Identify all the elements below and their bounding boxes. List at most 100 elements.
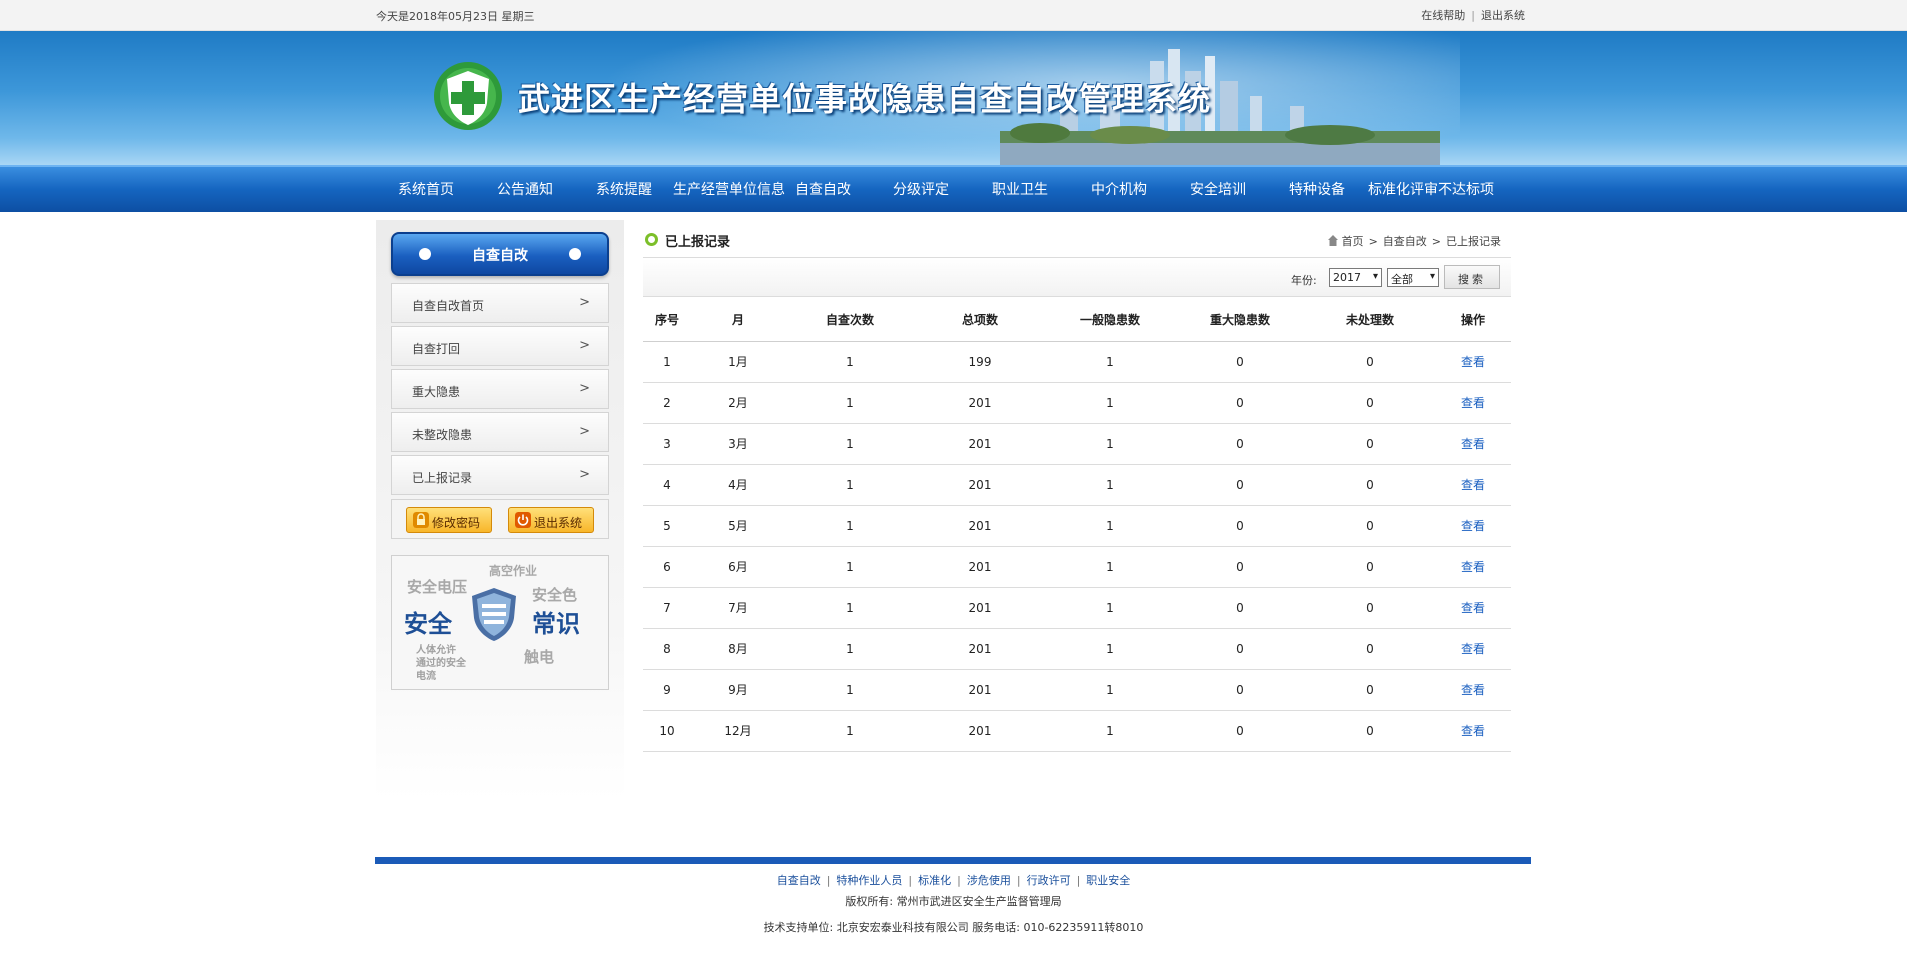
sidebar-item-unrectified[interactable]: 未整改隐患 > <box>391 412 609 452</box>
view-link[interactable]: 查看 <box>1435 382 1511 424</box>
table-cell: 6月 <box>691 546 785 588</box>
view-link[interactable]: 查看 <box>1435 546 1511 588</box>
promo-word: 安全色 <box>532 586 578 604</box>
view-link[interactable]: 查看 <box>1435 710 1511 752</box>
online-help-link[interactable]: 在线帮助 <box>1421 9 1465 22</box>
safety-knowledge-banner[interactable]: 安全电压 高空作业 安全色 安全 常识 人体允许 通过的安全 电流 触电 <box>391 555 609 690</box>
nav-item-self-check[interactable]: 自查自改 <box>795 179 851 199</box>
column-header: 未处理数 <box>1305 298 1435 342</box>
nav-item-company-info[interactable]: 生产经营单位信息 <box>673 179 785 199</box>
table-row: 10 12月 1 201 1 0 0 查看 <box>643 710 1511 752</box>
separator: | <box>1016 874 1021 887</box>
change-password-label: 修改密码 <box>432 516 481 530</box>
nav-item-grading[interactable]: 分级评定 <box>893 179 949 199</box>
nav-item-notices[interactable]: 公告通知 <box>497 179 553 199</box>
top-logout-link[interactable]: 退出系统 <box>1481 9 1525 22</box>
view-link[interactable]: 查看 <box>1435 669 1511 711</box>
power-icon <box>515 512 531 528</box>
green-cross-shield-icon <box>434 62 502 130</box>
breadcrumb-home[interactable]: 首页 <box>1342 235 1364 248</box>
table-cell: 2 <box>643 382 691 424</box>
table-cell: 201 <box>915 382 1045 424</box>
year-select[interactable]: 2017 ▾ <box>1329 268 1382 287</box>
nav-item-home[interactable]: 系统首页 <box>398 179 454 199</box>
footer-link[interactable]: 职业安全 <box>1086 874 1130 887</box>
footer-link[interactable]: 标准化 <box>918 874 951 887</box>
table-cell: 1 <box>1045 710 1175 752</box>
sidebar-item-reported-records[interactable]: 已上报记录 > <box>391 455 609 495</box>
table-cell: 201 <box>915 505 1045 547</box>
nav-item-standardization[interactable]: 标准化评审不达标项 <box>1368 179 1494 199</box>
sidebar-item-major-hazards[interactable]: 重大隐患 > <box>391 369 609 409</box>
table-cell: 4 <box>643 464 691 506</box>
home-icon <box>1327 235 1338 246</box>
table-cell: 3 <box>643 423 691 465</box>
view-link[interactable]: 查看 <box>1435 464 1511 506</box>
breadcrumb-self-check[interactable]: 自查自改 <box>1383 235 1427 248</box>
copyright-text: 版权所有: 常州市武进区安全生产监督管理局 <box>845 895 1062 908</box>
footer-link[interactable]: 特种作业人员 <box>836 874 902 887</box>
table-cell: 5 <box>643 505 691 547</box>
table-cell: 2月 <box>691 382 785 424</box>
footer-link[interactable]: 涉危使用 <box>967 874 1011 887</box>
sidebar-item-returned[interactable]: 自查打回 > <box>391 326 609 366</box>
table-cell: 8 <box>643 628 691 670</box>
shield-icon <box>472 588 516 641</box>
table-cell: 0 <box>1305 587 1435 629</box>
view-link[interactable]: 查看 <box>1435 341 1511 383</box>
view-link[interactable]: 查看 <box>1435 587 1511 629</box>
footer-link[interactable]: 自查自改 <box>777 874 821 887</box>
table-cell: 199 <box>915 341 1045 383</box>
table-row: 5 5月 1 201 1 0 0 查看 <box>643 505 1511 547</box>
chevron-right-icon: > <box>1431 235 1441 248</box>
support-text: 技术支持单位: 北京安宏泰业科技有限公司 服务电话: 010-62235911转… <box>763 921 1144 934</box>
page-title: 已上报记录 <box>665 235 731 250</box>
table-row: 8 8月 1 201 1 0 0 查看 <box>643 628 1511 670</box>
nav-item-special-equipment[interactable]: 特种设备 <box>1289 179 1345 199</box>
promo-word: 触电 <box>524 648 555 666</box>
table-cell: 201 <box>915 587 1045 629</box>
search-button[interactable]: 搜索 <box>1444 265 1500 289</box>
table-cell: 1 <box>785 587 915 629</box>
header-banner: 武进区生产经营单位事故隐患自查自改管理系统 <box>0 31 1907 165</box>
table-cell: 1 <box>1045 587 1175 629</box>
table-cell: 0 <box>1305 505 1435 547</box>
breadcrumb-current: 已上报记录 <box>1446 235 1501 248</box>
nav-item-safety-training[interactable]: 安全培训 <box>1190 179 1246 199</box>
table-cell: 0 <box>1175 423 1305 465</box>
nav-item-reminders[interactable]: 系统提醒 <box>596 179 652 199</box>
top-links: 在线帮助 | 退出系统 <box>1421 7 1525 23</box>
view-link[interactable]: 查看 <box>1435 628 1511 670</box>
table-cell: 1 <box>785 669 915 711</box>
footer-link[interactable]: 行政许可 <box>1027 874 1071 887</box>
sidebar-item-label: 自查打回 <box>412 342 461 356</box>
table-cell: 0 <box>1175 628 1305 670</box>
nav-item-agencies[interactable]: 中介机构 <box>1091 179 1147 199</box>
sidebar-logout-button[interactable]: 退出系统 <box>508 507 594 533</box>
sidebar-item-self-check-home[interactable]: 自查自改首页 > <box>391 283 609 323</box>
table-cell: 1 <box>785 628 915 670</box>
view-link[interactable]: 查看 <box>1435 423 1511 465</box>
separator: | <box>1076 874 1081 887</box>
table-cell: 0 <box>1305 710 1435 752</box>
table-cell: 1 <box>1045 546 1175 588</box>
table-row: 4 4月 1 201 1 0 0 查看 <box>643 464 1511 506</box>
chevron-right-icon: > <box>579 467 590 482</box>
scope-select[interactable]: 全部 ▾ <box>1387 268 1439 287</box>
column-header: 一般隐患数 <box>1045 298 1175 342</box>
table-cell: 9 <box>643 669 691 711</box>
filter-bar: 年份: 2017 ▾ 全部 ▾ 搜索 <box>643 259 1511 297</box>
table-header-row: 序号月自查次数 总项数 一般隐患数 重大隐患数 未处理数 操作 <box>643 298 1511 342</box>
current-date: 今天是2018年05月23日 星期三 <box>376 10 535 23</box>
table-cell: 0 <box>1175 464 1305 506</box>
table-cell: 1 <box>1045 505 1175 547</box>
sidebar-item-label: 未整改隐患 <box>412 428 473 442</box>
chevron-right-icon: > <box>579 424 590 439</box>
table-cell: 1月 <box>691 341 785 383</box>
change-password-button[interactable]: 修改密码 <box>406 507 492 533</box>
view-link[interactable]: 查看 <box>1435 505 1511 547</box>
sidebar-item-label: 自查自改首页 <box>412 299 485 313</box>
column-header: 操作 <box>1435 298 1511 342</box>
nav-item-occupational-health[interactable]: 职业卫生 <box>992 179 1048 199</box>
table-cell: 201 <box>915 710 1045 752</box>
